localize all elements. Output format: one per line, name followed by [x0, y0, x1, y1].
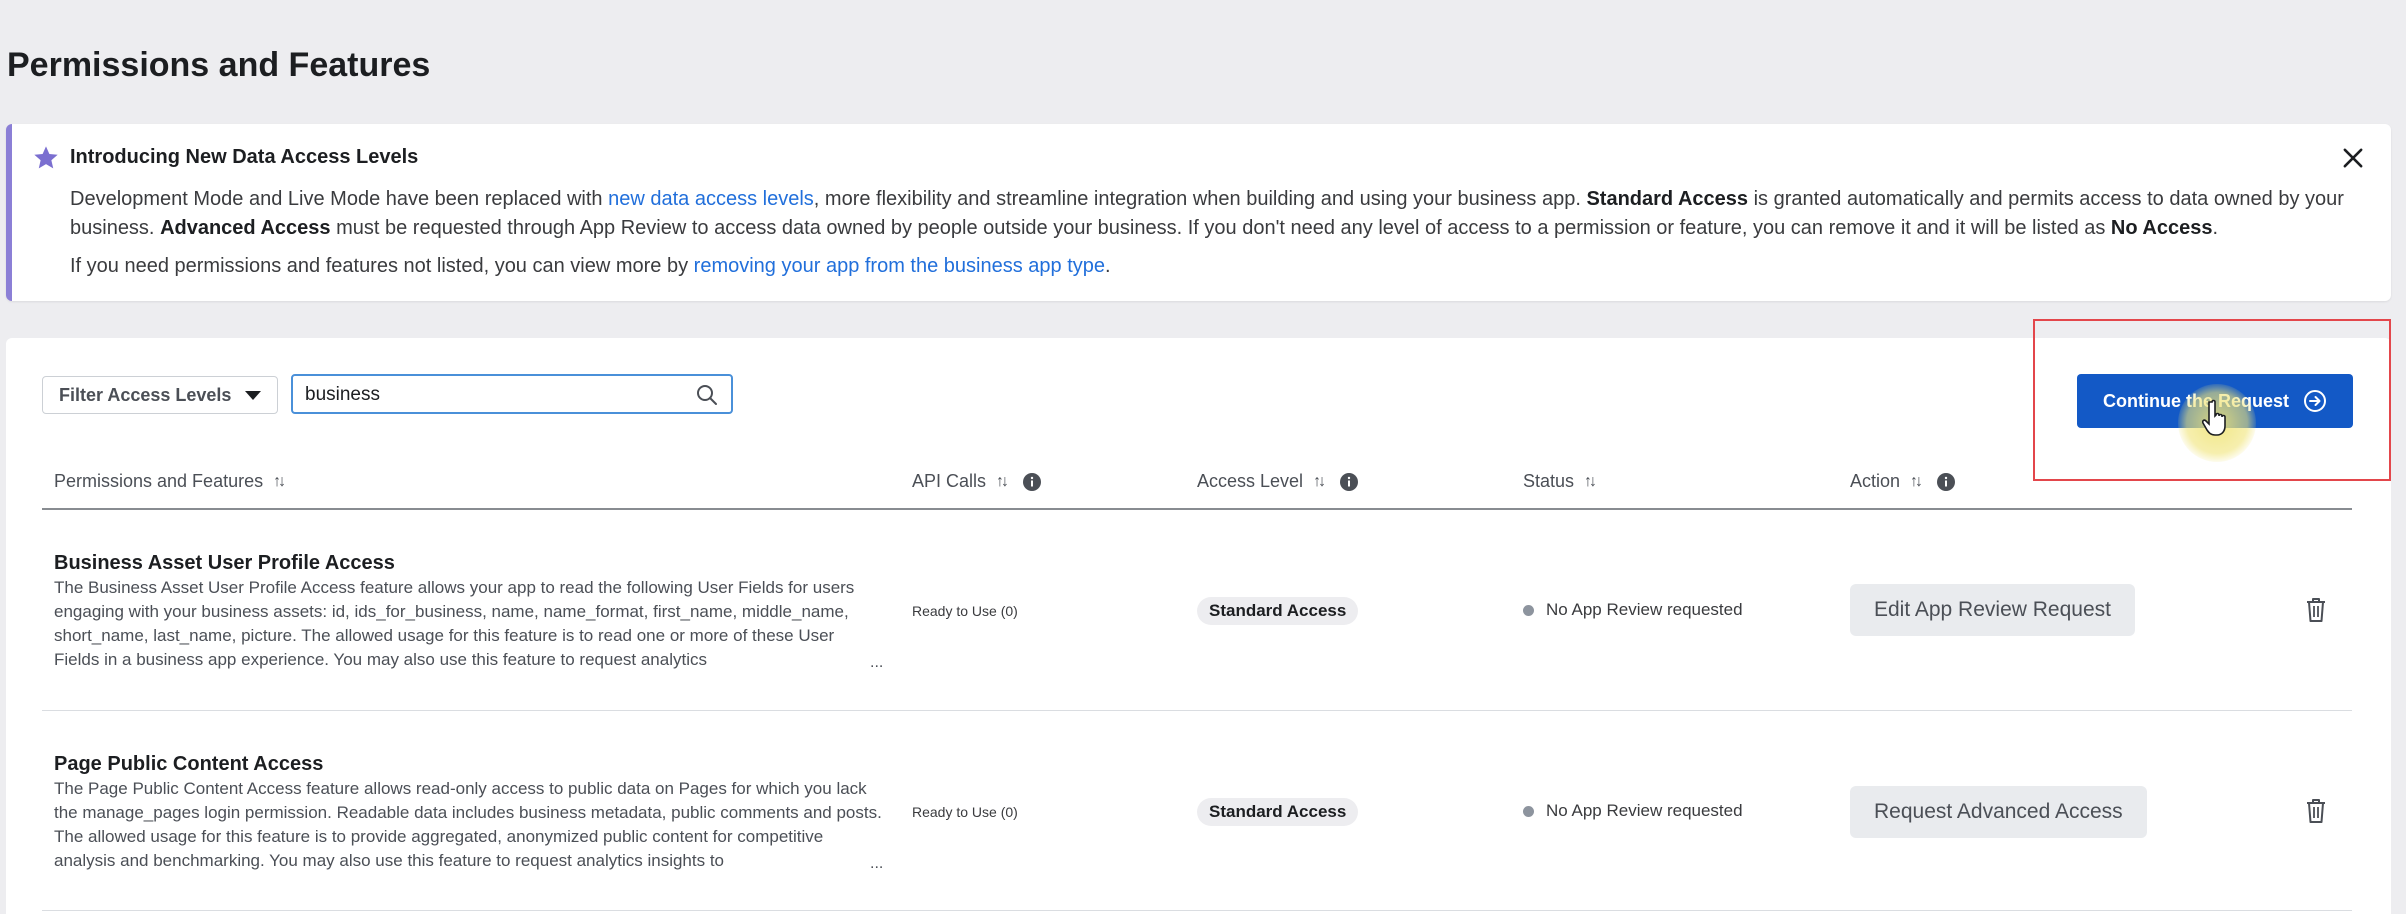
access-level-badge: Standard Access: [1197, 597, 1359, 625]
feature-description: The Page Public Content Access feature a…: [54, 779, 882, 870]
continue-label: Continue the Request: [2102, 390, 2289, 411]
data-access-levels-link[interactable]: new data access levels: [608, 188, 814, 210]
header-access-level[interactable]: Access Level ↑↓: [1197, 471, 1359, 492]
feature-title: Business Asset User Profile Access: [54, 552, 395, 574]
header-status[interactable]: Status ↑↓: [1523, 471, 1597, 492]
header-action[interactable]: Action ↑↓: [1850, 471, 1956, 492]
caret-down-icon: [245, 390, 262, 400]
expand-ellipsis[interactable]: ...: [870, 855, 883, 873]
header-api-calls[interactable]: API Calls ↑↓: [912, 471, 1042, 492]
remove-business-type-link[interactable]: removing your app from the business app …: [694, 255, 1105, 277]
info-icon[interactable]: [1936, 472, 1956, 492]
feature-title: Page Public Content Access: [54, 753, 324, 775]
edit-app-review-request-button[interactable]: Edit App Review Request: [1850, 584, 2135, 636]
search-box: [291, 374, 733, 414]
header-divider: [42, 508, 2352, 510]
header-permissions[interactable]: Permissions and Features ↑↓: [54, 471, 286, 492]
trash-icon[interactable]: [2305, 597, 2327, 623]
banner-note: If you need permissions and features not…: [70, 255, 1111, 277]
sort-icon: ↑↓: [1313, 472, 1326, 490]
continue-request-button[interactable]: Continue the Request: [2077, 374, 2353, 428]
search-icon[interactable]: [695, 383, 719, 407]
row-divider: [42, 710, 2352, 711]
feature-description: The Business Asset User Profile Access f…: [54, 578, 855, 669]
filter-access-levels-dropdown[interactable]: Filter Access Levels: [42, 376, 278, 414]
sort-icon: ↑↓: [996, 472, 1009, 490]
sort-icon: ↑↓: [273, 472, 286, 490]
filter-label: Filter Access Levels: [59, 384, 232, 405]
sort-icon: ↑↓: [1584, 472, 1597, 490]
access-level-badge: Standard Access: [1197, 798, 1359, 826]
row-divider: [42, 910, 2352, 911]
info-icon[interactable]: [1022, 472, 1042, 492]
star-icon: [34, 146, 58, 169]
page-title: Permissions and Features: [7, 46, 431, 84]
sort-icon: ↑↓: [1910, 472, 1923, 490]
status-text: No App Review requested: [1523, 801, 1743, 821]
info-icon[interactable]: [1339, 472, 1359, 492]
search-input[interactable]: [305, 382, 675, 408]
status-text: No App Review requested: [1523, 600, 1743, 620]
api-calls-value: Ready to Use (0): [912, 804, 1018, 820]
status-dot: [1523, 604, 1534, 616]
api-calls-value: Ready to Use (0): [912, 603, 1018, 619]
close-icon[interactable]: [2339, 144, 2367, 172]
info-banner: Introducing New Data Access Levels Devel…: [6, 124, 2391, 301]
status-dot: [1523, 805, 1534, 817]
trash-icon[interactable]: [2305, 798, 2327, 824]
banner-title: Introducing New Data Access Levels: [70, 146, 419, 168]
arrow-circle-right-icon: [2304, 390, 2326, 412]
request-advanced-access-button[interactable]: Request Advanced Access: [1850, 786, 2147, 838]
banner-description: Development Mode and Live Mode have been…: [70, 188, 2344, 239]
expand-ellipsis[interactable]: ...: [870, 654, 883, 672]
